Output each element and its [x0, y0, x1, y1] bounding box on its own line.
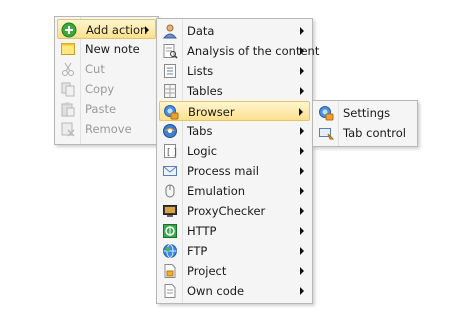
menu-item-label: Add action [86, 23, 148, 37]
menu-item-data[interactable]: Data [159, 21, 310, 41]
submenu-arrow-icon [300, 87, 304, 95]
menu-item-lists[interactable]: Lists [159, 61, 310, 81]
menu-item-emulation[interactable]: Emulation [159, 181, 310, 201]
menu-item-project[interactable]: Project [159, 261, 310, 281]
browser-settings-icon [318, 105, 334, 121]
menu-item-add-action[interactable]: Add action [57, 19, 156, 39]
submenu-arrow-icon [299, 108, 303, 116]
menu-item-label: Paste [85, 102, 117, 116]
submenu-arrow-icon [300, 27, 304, 35]
menu-item-tables[interactable]: Tables [159, 81, 310, 101]
menu-item-label: Data [187, 24, 215, 38]
menu-item-process-mail[interactable]: Process mail [159, 161, 310, 181]
scissors-icon [60, 61, 76, 77]
analysis-icon [162, 43, 178, 59]
own-code-icon [162, 283, 178, 299]
menu-item-label: Project [187, 264, 227, 278]
menu-item-label: Remove [85, 122, 132, 136]
submenu-arrow-icon [300, 127, 304, 135]
menu-item-label: FTP [187, 244, 208, 258]
menu-item-label: HTTP [187, 224, 217, 238]
tabs-icon [162, 123, 178, 139]
menu-item-tab-control[interactable]: Tab control [315, 123, 415, 143]
menu-item-label: Settings [343, 106, 391, 120]
user-data-icon [162, 23, 178, 39]
menu-item-proxychecker[interactable]: ProxyChecker [159, 201, 310, 221]
table-icon [162, 83, 178, 99]
menu-item-ftp[interactable]: FTP [159, 241, 310, 261]
menu-item-tabs[interactable]: Tabs [159, 121, 310, 141]
mouse-icon [162, 183, 178, 199]
submenu-arrow-icon [300, 187, 304, 195]
menu-item-label: Tabs [187, 124, 213, 138]
svg-text:[ ]: [ ] [167, 148, 177, 158]
menu-item-cut[interactable]: Cut [57, 59, 156, 79]
menu-item-remove[interactable]: Remove [57, 119, 156, 139]
context-menu-main: Add action New note Cut Copy Paste Remov… [54, 16, 159, 145]
menu-item-label: Lists [187, 64, 214, 78]
menu-item-label: ProxyChecker [187, 204, 266, 218]
http-icon [162, 223, 178, 239]
submenu-arrow-icon [300, 227, 304, 235]
menu-item-label: Cut [85, 62, 105, 76]
submenu-arrow-icon [300, 47, 304, 55]
menu-item-label: Own code [187, 284, 245, 298]
project-icon [162, 263, 178, 279]
menu-item-browser[interactable]: Browser [159, 101, 310, 121]
menu-item-own-code[interactable]: Own code [159, 281, 310, 301]
menu-item-label: Tables [187, 84, 223, 98]
remove-icon [60, 121, 76, 137]
menu-item-logic[interactable]: [ ] Logic [159, 141, 310, 161]
note-icon [60, 41, 76, 57]
menu-item-label: Browser [188, 105, 235, 119]
submenu-arrow-icon [300, 147, 304, 155]
submenu-arrow-icon [145, 26, 149, 34]
menu-item-label: Emulation [187, 184, 246, 198]
list-icon [162, 63, 178, 79]
mail-icon [162, 163, 178, 179]
submenu-arrow-icon [300, 287, 304, 295]
menu-item-label: Process mail [187, 164, 259, 178]
tab-control-icon [318, 125, 334, 141]
submenu-arrow-icon [300, 207, 304, 215]
copy-icon [60, 81, 76, 97]
menu-item-label: Tab control [343, 126, 406, 140]
context-menu-actions: Data Analysis of the content Lists Table… [156, 18, 319, 304]
menu-item-label: Logic [187, 144, 218, 158]
proxy-checker-icon [162, 203, 178, 219]
menu-item-settings[interactable]: Settings [315, 103, 415, 123]
add-circle-icon [61, 22, 77, 38]
browser-icon [163, 104, 179, 120]
menu-item-paste[interactable]: Paste [57, 99, 156, 119]
context-menu-browser: Settings Tab control [312, 100, 418, 147]
menu-item-http[interactable]: HTTP [159, 221, 310, 241]
menu-item-label: Copy [85, 82, 115, 96]
menu-item-label: New note [85, 42, 140, 56]
submenu-arrow-icon [300, 267, 304, 275]
ftp-globe-icon [162, 243, 178, 259]
submenu-arrow-icon [300, 67, 304, 75]
submenu-arrow-icon [300, 167, 304, 175]
logic-icon: [ ] [162, 143, 178, 159]
paste-icon [60, 101, 76, 117]
submenu-arrow-icon [300, 247, 304, 255]
menu-item-copy[interactable]: Copy [57, 79, 156, 99]
menu-item-analysis[interactable]: Analysis of the content [159, 41, 319, 61]
menu-item-new-note[interactable]: New note [57, 39, 156, 59]
